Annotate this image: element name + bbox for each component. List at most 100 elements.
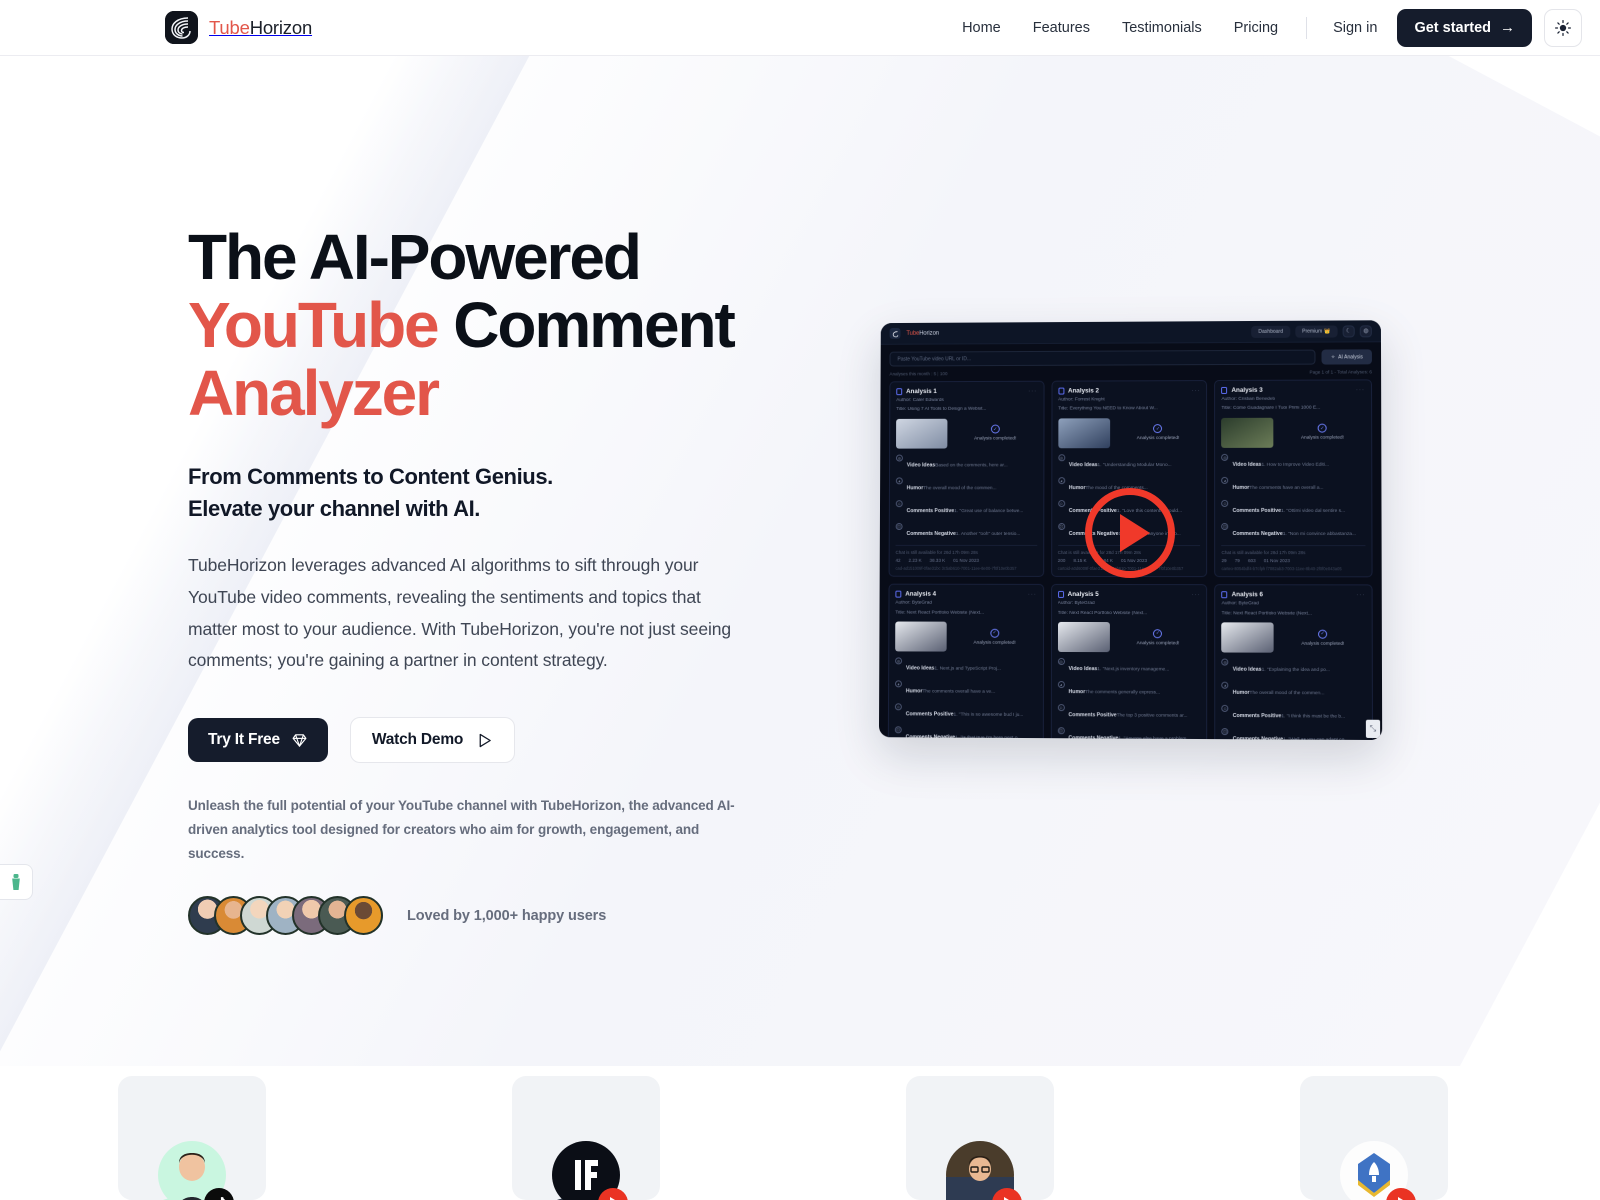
analysis-section: ◎ Video Ideas1. "Explaining the idea and …: [1221, 658, 1366, 677]
analysis-thumbnail-row: ✓ Analysis completed!: [896, 418, 1037, 449]
section-text: The overall mood of the commen...: [1249, 691, 1325, 697]
smile-icon: ◕: [1057, 681, 1065, 689]
smile-icon: ◕: [1057, 477, 1065, 485]
analysis-author: Author: Forrest Knight: [1058, 397, 1105, 403]
negative-face-icon: ☹: [895, 522, 903, 530]
user-avatar-icon[interactable]: ◍: [1359, 324, 1372, 337]
more-options-icon[interactable]: ···: [1356, 592, 1365, 598]
section-label: Comments Positive: [905, 711, 954, 718]
resize-handle-icon[interactable]: ⤡: [1365, 719, 1381, 739]
section-label: Comments Negative: [905, 734, 956, 741]
headline-line-1: The AI-Powered: [188, 221, 642, 293]
analysis-status-label: Analysis completed!: [1136, 436, 1180, 442]
dashboard-nav-dashboard[interactable]: Dashboard: [1251, 325, 1291, 338]
published-date: 01 Nov 2023: [953, 557, 979, 563]
analysis-thumbnail-row: ✓ Analysis completed!: [895, 621, 1037, 652]
analysis-card[interactable]: Analysis 3 ··· Author: Cristian Benedeti…: [1214, 379, 1373, 578]
creator-card[interactable]: [118, 1076, 266, 1200]
video-thumbnail: [1057, 418, 1110, 449]
section-label: Comments Positive: [1068, 712, 1117, 719]
hero-subheadline: From Comments to Content Genius. Elevate…: [188, 461, 788, 523]
analysis-section: ☹Comments Negative1. "Well as you can ad…: [1221, 727, 1366, 740]
more-options-icon[interactable]: ···: [1028, 592, 1037, 598]
analysis-status: ✓ Analysis completed!: [1280, 424, 1365, 441]
analysis-section: ☺ Comments Positive1. "Ottimi video dal s…: [1221, 499, 1365, 517]
analysis-video-title: Title: Using 7 AI Tools to Design a Webs…: [896, 407, 987, 413]
analysis-section: ◎ Video Ideas1. "Next.js inventory manage…: [1057, 657, 1201, 676]
arrow-right-icon: →: [1500, 19, 1515, 36]
nav-item-pricing[interactable]: Pricing: [1218, 12, 1294, 44]
analysis-section: ◎ Video Ideas1. Next.js and TypeScript Pr…: [895, 657, 1037, 676]
moon-icon[interactable]: ☾: [1342, 324, 1355, 337]
sign-in-link[interactable]: Sign in: [1319, 12, 1391, 44]
analysis-icon: [896, 388, 903, 396]
check-circle-icon: ✓: [1318, 629, 1328, 639]
creator-card[interactable]: [1300, 1076, 1448, 1200]
try-it-free-button[interactable]: Try It Free: [188, 718, 328, 763]
analysis-card-header: Analysis 4 ···: [895, 590, 1037, 598]
check-circle-icon: ✓: [1317, 424, 1327, 434]
get-started-label: Get started: [1414, 19, 1491, 36]
creator-avatar-wrap: [946, 1141, 1022, 1200]
analysis-thumbnail-row: ✓ Analysis completed!: [1221, 622, 1366, 654]
nav-divider: [1306, 16, 1308, 39]
analysis-id: cad-ad151009f-0fae31bc 3c5ab610-7001-11e…: [895, 565, 1017, 571]
analysis-section: ☹ Comments Negative1. "Non mi convince ab…: [1221, 522, 1365, 540]
comment-count: 42: [895, 557, 901, 563]
more-options-icon[interactable]: ···: [1028, 388, 1037, 394]
analysis-chat-note: Chat is still available for 28d 17h 09m …: [895, 544, 1037, 555]
analysis-card-title: Analysis 1: [906, 388, 937, 396]
analysis-icon: [1221, 591, 1228, 599]
analysis-card-title: Analysis 6: [1231, 591, 1263, 599]
creator-card[interactable]: [906, 1076, 1054, 1200]
analysis-card[interactable]: Analysis 4 ··· Author: ByteGrad Title: N…: [887, 583, 1044, 741]
analysis-section: ☺ Comments Positive1. "I think this must …: [1221, 704, 1366, 723]
analysis-section: ◎ Video IdeasBased on the comments, here …: [895, 453, 1037, 471]
analysis-status: ✓ Analysis completed!: [953, 628, 1037, 646]
dashboard-search-input[interactable]: Paste YouTube video URL or ID...: [889, 349, 1316, 367]
analysis-card[interactable]: Analysis 5 ··· Author: ByteGrad Title: N…: [1050, 584, 1208, 741]
play-circle-icon[interactable]: [1085, 488, 1175, 578]
creator-avatar-wrap: [158, 1141, 234, 1200]
analysis-status-label: Analysis completed!: [974, 436, 1017, 442]
dashboard-brand: TubeHorizon: [906, 330, 939, 336]
watch-demo-button[interactable]: Watch Demo: [349, 717, 516, 764]
bookmark-tab-icon[interactable]: [0, 864, 33, 900]
nav-item-features[interactable]: Features: [1017, 12, 1106, 44]
negative-face-icon: ☹: [1057, 522, 1065, 530]
analysis-card-header: Analysis 2 ···: [1058, 387, 1200, 395]
negative-face-icon: ☹: [1221, 522, 1229, 530]
section-text: 1. Another "ooh" outer tensio...: [955, 531, 1021, 537]
analysis-section: ☹ Comments Negative1. Another "ooh" outer…: [895, 522, 1037, 540]
analysis-card-header: Analysis 6 ···: [1221, 591, 1366, 599]
analysis-icon: [1221, 386, 1228, 394]
headline-accent-youtube: YouTube: [188, 288, 440, 361]
analysis-stats: 29 79 603 01 Nov 2023: [1222, 558, 1366, 563]
smile-icon: ◕: [894, 680, 902, 688]
brand-logo-link[interactable]: TubeHorizon: [165, 11, 312, 44]
nav-item-home[interactable]: Home: [946, 12, 1017, 44]
nav-item-testimonials[interactable]: Testimonials: [1106, 12, 1218, 44]
dashboard-ai-analysis-button[interactable]: ✧ AI Analysis: [1321, 349, 1372, 365]
subheadline-line-2: Elevate your channel with AI.: [188, 495, 480, 521]
positive-face-icon: ☺: [1221, 705, 1229, 713]
get-started-button[interactable]: Get started →: [1397, 8, 1532, 47]
more-options-icon[interactable]: ···: [1356, 387, 1365, 393]
section-text: 1. "Explaining the idea and po...: [1261, 667, 1330, 674]
lightbulb-icon: ◎: [1057, 658, 1065, 666]
section-label: Humor: [906, 485, 924, 492]
analysis-video-title: Title: Next React Portfolio Website (Nex…: [1221, 611, 1312, 617]
analysis-card[interactable]: Analysis 1 ··· Author: Caler Edwards Tit…: [888, 380, 1045, 578]
more-options-icon[interactable]: ···: [1191, 388, 1200, 394]
creator-card[interactable]: [512, 1076, 660, 1200]
like-count: 8.15 K: [1073, 557, 1087, 563]
analysis-status: ✓ Analysis completed!: [1116, 628, 1201, 646]
section-text: 1. "This is so awesome bud I ju...: [953, 712, 1024, 719]
creator-avatar-wrap: [1340, 1141, 1416, 1200]
analysis-video-title: Title: Next React Portfolio Website (Nex…: [895, 610, 985, 616]
brand-horizon-text: Horizon: [249, 16, 313, 38]
theme-toggle-button[interactable]: [1544, 8, 1582, 47]
more-options-icon[interactable]: ···: [1191, 592, 1200, 598]
analysis-card[interactable]: Analysis 6 ··· Author: ByteGrad Title: N…: [1214, 584, 1374, 741]
dashboard-nav-premium[interactable]: Premium 👑: [1295, 325, 1338, 338]
